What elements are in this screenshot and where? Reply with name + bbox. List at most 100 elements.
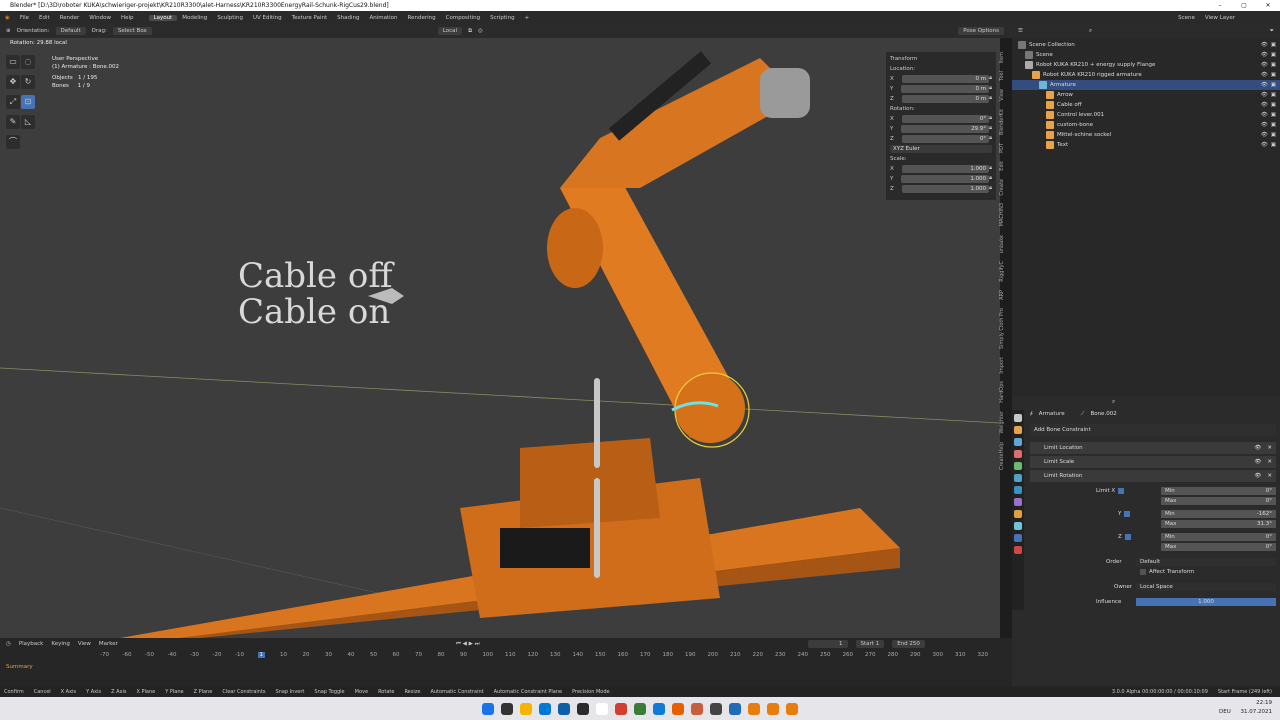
sidebar-tab[interactable]: View xyxy=(999,89,1005,101)
camera-icon[interactable]: ▣ xyxy=(1271,60,1276,70)
properties-tab-icon[interactable] xyxy=(1014,426,1022,434)
tab-rendering[interactable]: Rendering xyxy=(403,15,441,21)
constraint-name[interactable]: Limit Location xyxy=(1044,445,1083,451)
menu-window[interactable]: Window xyxy=(84,15,116,21)
rotation-z-field[interactable]: 0° xyxy=(901,134,990,143)
eye-icon[interactable]: 👁︎ xyxy=(1261,50,1268,60)
lock-icon[interactable]: 🔒︎ xyxy=(989,95,992,102)
remove-icon[interactable]: ✕ xyxy=(1267,459,1272,465)
camera-icon[interactable]: ▣ xyxy=(1271,80,1276,90)
constraint-limit-scale[interactable]: Limit Scale 👁︎ ✕ xyxy=(1030,456,1276,468)
taskbar-app-icon[interactable] xyxy=(786,702,798,715)
sidebar-tab[interactable]: Simply Cloth Pro xyxy=(999,308,1005,349)
outliner-row[interactable]: Arrow 👁︎ ▣ xyxy=(1012,90,1280,100)
view-layer-selector[interactable]: View Layer xyxy=(1200,15,1240,21)
constraint-limit-rotation[interactable]: Limit Rotation 👁︎ ✕ xyxy=(1030,470,1276,482)
scale-x-field[interactable]: 1.000 xyxy=(901,164,990,173)
properties-tab-icon[interactable] xyxy=(1014,450,1022,458)
properties-tab-icon[interactable] xyxy=(1014,438,1022,446)
eye-icon[interactable]: 👁︎ xyxy=(1261,110,1268,120)
eye-icon[interactable]: 👁︎ xyxy=(1254,459,1261,465)
sidebar-tab[interactable]: BlenderKit xyxy=(999,109,1005,135)
language-indicator[interactable]: DEU xyxy=(1219,709,1231,715)
tab-compositing[interactable]: Compositing xyxy=(441,15,485,21)
maximize-button[interactable]: ▢ xyxy=(1232,0,1256,11)
outliner-row[interactable]: Armature 👁︎ ▣ xyxy=(1012,80,1280,90)
camera-icon[interactable]: ▣ xyxy=(1271,50,1276,60)
measure-icon[interactable]: ◺ xyxy=(21,115,35,129)
eye-icon[interactable]: 👁︎ xyxy=(1261,80,1268,90)
outliner-row[interactable]: custom-bone 👁︎ ▣ xyxy=(1012,120,1280,130)
select-box-icon[interactable]: ▭ xyxy=(6,55,20,69)
menu-playback[interactable]: Playback xyxy=(19,641,44,647)
menu-edit[interactable]: Edit xyxy=(34,15,55,21)
tab-layout[interactable]: Layout xyxy=(148,14,178,21)
clock-time[interactable]: 22:19 xyxy=(1241,699,1272,708)
scale-z-field[interactable]: 1.000 xyxy=(901,184,990,193)
outliner-row[interactable]: Text 👁︎ ▣ xyxy=(1012,140,1280,150)
rotation-y-field[interactable]: 29.9° xyxy=(901,124,990,133)
tab-sculpting[interactable]: Sculpting xyxy=(212,15,248,21)
constraint-name[interactable]: Limit Scale xyxy=(1044,459,1074,465)
sidebar-tab[interactable]: Weighter xyxy=(999,411,1005,434)
rotation-mode-dropdown[interactable]: XYZ Euler xyxy=(890,144,992,153)
sidebar-tab[interactable]: HardOps xyxy=(999,381,1005,403)
eye-icon[interactable]: 👁︎ xyxy=(1261,130,1268,140)
lock-icon[interactable]: 🔒︎ xyxy=(989,125,992,132)
sidebar-tab[interactable]: CreateHelp xyxy=(999,442,1005,470)
scale-icon[interactable]: ⤢ xyxy=(6,95,20,109)
sidebar-tab[interactable]: RiggifyC xyxy=(999,261,1005,282)
drag-dropdown[interactable]: Select Box xyxy=(112,27,152,35)
outliner-row[interactable]: Scene Collection 👁︎ ▣ xyxy=(1012,40,1280,50)
location-y-field[interactable]: 0 m xyxy=(901,84,990,93)
annotate-icon[interactable]: ✎ xyxy=(6,115,20,129)
taskbar-app-icon[interactable] xyxy=(615,702,627,715)
menu-keying[interactable]: Keying xyxy=(51,641,69,647)
menu-file[interactable]: File xyxy=(15,15,34,21)
camera-icon[interactable]: ▣ xyxy=(1271,140,1276,150)
clock-date[interactable]: 31.07.2021 xyxy=(1241,708,1273,717)
menu-view[interactable]: View xyxy=(78,641,91,647)
camera-icon[interactable]: ▣ xyxy=(1271,130,1276,140)
camera-icon[interactable]: ▣ xyxy=(1271,70,1276,80)
snap-icon[interactable]: ⧉ xyxy=(468,28,472,35)
constraint-name[interactable]: Limit Rotation xyxy=(1044,473,1082,479)
pose-options-dropdown[interactable]: Pose Options xyxy=(958,27,1004,35)
taskbar-app-icon[interactable] xyxy=(691,702,703,715)
taskbar-app-icon[interactable] xyxy=(710,702,722,715)
menu-help[interactable]: Help xyxy=(116,15,139,21)
remove-icon[interactable]: ✕ xyxy=(1267,445,1272,451)
camera-icon[interactable]: ▣ xyxy=(1271,90,1276,100)
x-max-field[interactable]: Max 0° xyxy=(1161,496,1276,505)
lock-icon[interactable]: 🔒︎ xyxy=(989,185,992,192)
taskbar-app-icon[interactable] xyxy=(767,702,779,715)
constraint-limit-location[interactable]: Limit Location 👁︎ ✕ xyxy=(1030,442,1276,454)
properties-tab-icon[interactable] xyxy=(1014,414,1022,422)
outliner-search-icon[interactable]: ⌕ xyxy=(1089,28,1092,35)
properties-tab-icon[interactable] xyxy=(1014,546,1022,554)
eye-icon[interactable]: 👁︎ xyxy=(1254,445,1261,451)
add-workspace-icon[interactable]: + xyxy=(520,15,535,21)
taskbar-app-icon[interactable] xyxy=(634,702,646,715)
taskbar-app-icon[interactable] xyxy=(729,702,741,715)
timeline-ruler[interactable]: -70 -60 -50 -40 -30 -20 -10 1 10 20 30 40 50 60 70 80 90… xyxy=(0,652,1012,662)
taskbar-app-icon[interactable] xyxy=(539,702,551,715)
menu-render[interactable]: Render xyxy=(55,15,85,21)
eye-icon[interactable]: 👁︎ xyxy=(1261,90,1268,100)
sidebar-tab[interactable]: PDT xyxy=(999,143,1005,153)
start-frame-field[interactable]: Start 1 xyxy=(855,640,885,648)
taskbar-app-icon[interactable] xyxy=(558,702,570,715)
properties-tab-icon[interactable] xyxy=(1014,474,1022,482)
cursor-icon[interactable]: ◌ xyxy=(21,55,35,69)
camera-icon[interactable]: ▣ xyxy=(1271,40,1276,50)
scale-y-field[interactable]: 1.000 xyxy=(901,174,990,183)
eye-icon[interactable]: 👁︎ xyxy=(1261,60,1268,70)
outliner-row[interactable]: Scene 👁︎ ▣ xyxy=(1012,50,1280,60)
outliner-row[interactable]: Cable off 👁︎ ▣ xyxy=(1012,100,1280,110)
location-x-field[interactable]: 0 m xyxy=(901,74,990,83)
add-bone-constraint-dropdown[interactable]: Add Bone Constraint xyxy=(1030,424,1276,436)
sidebar-tab[interactable]: ARP xyxy=(999,290,1005,300)
properties-tab-icon[interactable] xyxy=(1014,462,1022,470)
taskbar-app-icon[interactable] xyxy=(596,702,608,715)
affect-transform-checkbox[interactable] xyxy=(1140,568,1146,575)
